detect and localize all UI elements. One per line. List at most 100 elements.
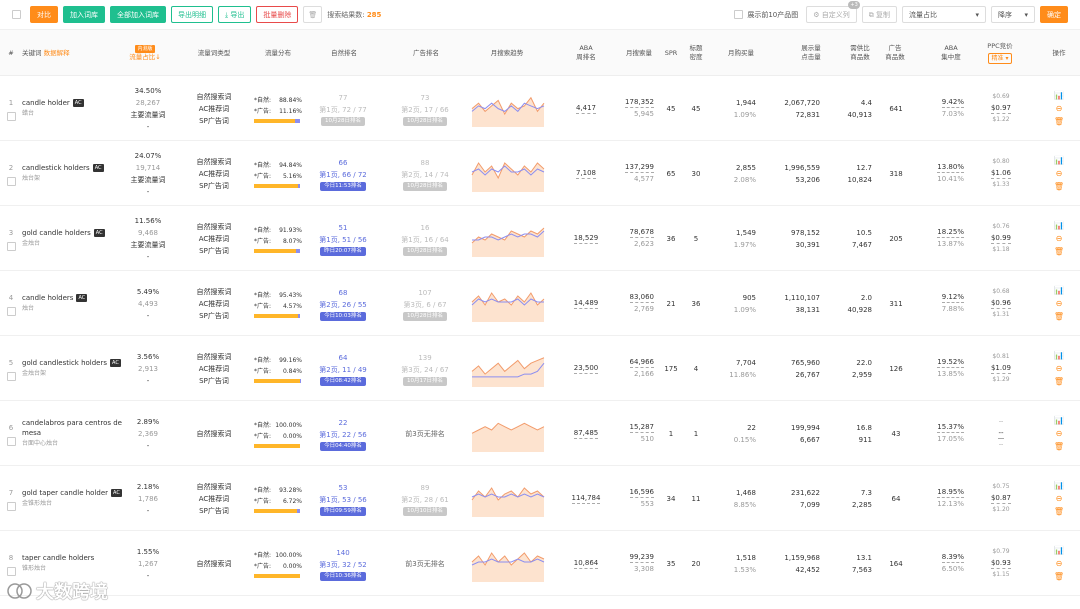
natural-rank-top[interactable]: 66: [339, 157, 348, 169]
monthly-buy-rate: 1.09%: [733, 110, 756, 119]
delete-icon[interactable]: 🗑: [1054, 247, 1064, 256]
row-checkbox[interactable]: [6, 436, 16, 446]
natural-rank-top[interactable]: 53: [339, 482, 348, 494]
custom-columns-button[interactable]: ⚙ 自定义列 +3: [806, 1, 860, 23]
product-count: 40,913: [847, 110, 873, 119]
header-share[interactable]: 内测版 流量占比↓: [120, 30, 170, 76]
keyword-text[interactable]: gold candle holders: [22, 229, 91, 237]
spr-value: 21: [666, 299, 676, 308]
keyword-text[interactable]: taper candle holders: [22, 554, 94, 562]
ad-count: 641: [889, 104, 903, 113]
delete-icon[interactable]: 🗑: [1054, 507, 1064, 516]
flow-bar: [254, 248, 300, 253]
row-checkbox[interactable]: [6, 176, 16, 186]
keyword-text[interactable]: gold taper candle holder: [22, 489, 108, 497]
minus-circle-icon[interactable]: ⊖: [1056, 429, 1063, 438]
delete-icon[interactable]: 🗑: [1054, 377, 1064, 386]
minus-circle-icon[interactable]: ⊖: [1056, 234, 1063, 243]
row-checkbox[interactable]: [6, 371, 16, 381]
title-density-cell: 11: [686, 466, 706, 531]
aba-rank: 114,784: [571, 494, 601, 504]
natural-rank-top[interactable]: 140: [336, 547, 349, 559]
ad-rank-top[interactable]: 16: [421, 222, 430, 234]
delete-icon[interactable]: 🗑: [1054, 312, 1064, 321]
chart-icon[interactable]: 📊: [1054, 91, 1064, 100]
aba-conc-2: 10.41%: [937, 175, 964, 183]
delete-icon[interactable]: 🗑: [1054, 442, 1064, 451]
row-checkbox[interactable]: [6, 241, 16, 251]
select-all-checkbox[interactable]: [12, 10, 21, 19]
minus-circle-icon[interactable]: ⊖: [1056, 299, 1063, 308]
confirm-button[interactable]: 确定: [1040, 6, 1068, 23]
keyword-text[interactable]: candle holders: [22, 294, 73, 302]
trash-button[interactable]: 🗑: [303, 6, 323, 23]
chart-icon[interactable]: 📊: [1054, 481, 1064, 490]
natural-rank-top[interactable]: 51: [339, 222, 348, 234]
natural-rank-top[interactable]: 77: [339, 92, 348, 104]
delete-icon[interactable]: 🗑: [1054, 182, 1064, 191]
sort-field-select[interactable]: 流量占比 ▾: [902, 6, 986, 23]
chart-icon[interactable]: 📊: [1054, 351, 1064, 360]
ad-rank-top[interactable]: 89: [421, 482, 430, 494]
minus-circle-icon[interactable]: ⊖: [1056, 104, 1063, 113]
ppc-match-select[interactable]: 精准 ▾: [987, 53, 1013, 64]
natural-rank-top[interactable]: 64: [339, 352, 348, 364]
keyword-cell: candle holder AC 蜡台: [22, 76, 122, 141]
kw-type: 自然搜索词: [196, 222, 232, 231]
keyword-text[interactable]: gold candlestick holders: [22, 359, 107, 367]
kw-type-cell: 自然搜索词 AC推荐词 SP广告词: [186, 206, 242, 271]
row-checkbox[interactable]: [6, 111, 16, 121]
supply-ratio: 2.0: [860, 293, 872, 302]
delete-icon[interactable]: 🗑: [1054, 572, 1064, 581]
show-top10-checkbox[interactable]: [734, 10, 744, 19]
trend-cell: [470, 336, 546, 401]
ad-rank-top[interactable]: 73: [421, 92, 430, 104]
export-detail-button[interactable]: 导出明细: [171, 6, 213, 23]
sort-order-select[interactable]: 降序 ▾: [991, 6, 1035, 23]
data-explain-link[interactable]: 数据解释: [44, 49, 70, 58]
kw-type: SP广告词: [199, 116, 229, 125]
copy-icon: ⧉: [868, 11, 876, 19]
minus-circle-icon[interactable]: ⊖: [1056, 364, 1063, 373]
natural-rank-top[interactable]: 68: [339, 287, 348, 299]
natural-rank-top[interactable]: 22: [339, 417, 348, 429]
batch-delete-button[interactable]: 批量删除: [256, 6, 299, 23]
trend-sparkline: [471, 551, 545, 582]
row-checkbox[interactable]: [6, 306, 16, 316]
aba-conc-2: 12.13%: [937, 500, 964, 508]
export-button[interactable]: ⤓ 导出: [218, 6, 252, 23]
chart-icon[interactable]: 📊: [1054, 416, 1064, 425]
row-checkbox[interactable]: [6, 566, 16, 576]
chart-icon[interactable]: 📊: [1054, 286, 1064, 295]
supply-ratio: 7.3: [860, 488, 872, 497]
product-count: 2,285: [851, 500, 872, 509]
minus-circle-icon[interactable]: ⊖: [1056, 169, 1063, 178]
compare-button[interactable]: 对比: [30, 6, 58, 23]
ad-rank-top[interactable]: 88: [421, 157, 430, 169]
chart-icon[interactable]: 📊: [1054, 546, 1064, 555]
header-ad-count: 广告 商品数: [885, 44, 905, 61]
ad-rank-detail: 第2页, 28 / 61: [401, 495, 449, 504]
chart-icon[interactable]: 📊: [1054, 221, 1064, 230]
delete-icon[interactable]: 🗑: [1054, 117, 1064, 126]
keyword-text[interactable]: candlestick holders: [22, 164, 90, 172]
clicks: 38,131: [795, 305, 821, 314]
ac-badge: AC: [76, 293, 88, 302]
row-checkbox[interactable]: [6, 501, 16, 511]
ad-count-cell: 164: [884, 531, 908, 596]
ad-rank-top[interactable]: 139: [418, 352, 431, 364]
minus-circle-icon[interactable]: ⊖: [1056, 494, 1063, 503]
add-all-button[interactable]: 全部加入词库: [110, 6, 166, 23]
natural-rank-pill: 今日11:53排名: [320, 181, 366, 191]
copy-button[interactable]: ⧉ 复制: [861, 6, 897, 23]
keyword-text[interactable]: candelabros para centros de mesa: [22, 419, 122, 437]
share-pct: 2.89%: [136, 417, 160, 426]
keyword-text[interactable]: candle holder: [22, 99, 70, 107]
minus-circle-icon[interactable]: ⊖: [1056, 559, 1063, 568]
ad-rank-top[interactable]: 107: [418, 287, 431, 299]
add-library-button[interactable]: 加入词库: [63, 6, 105, 23]
keyword-translation: 蜡台: [22, 109, 35, 117]
trend-sparkline: [471, 486, 545, 517]
chart-icon[interactable]: 📊: [1054, 156, 1064, 165]
supply-cell: 12.7 10,824: [836, 141, 873, 206]
